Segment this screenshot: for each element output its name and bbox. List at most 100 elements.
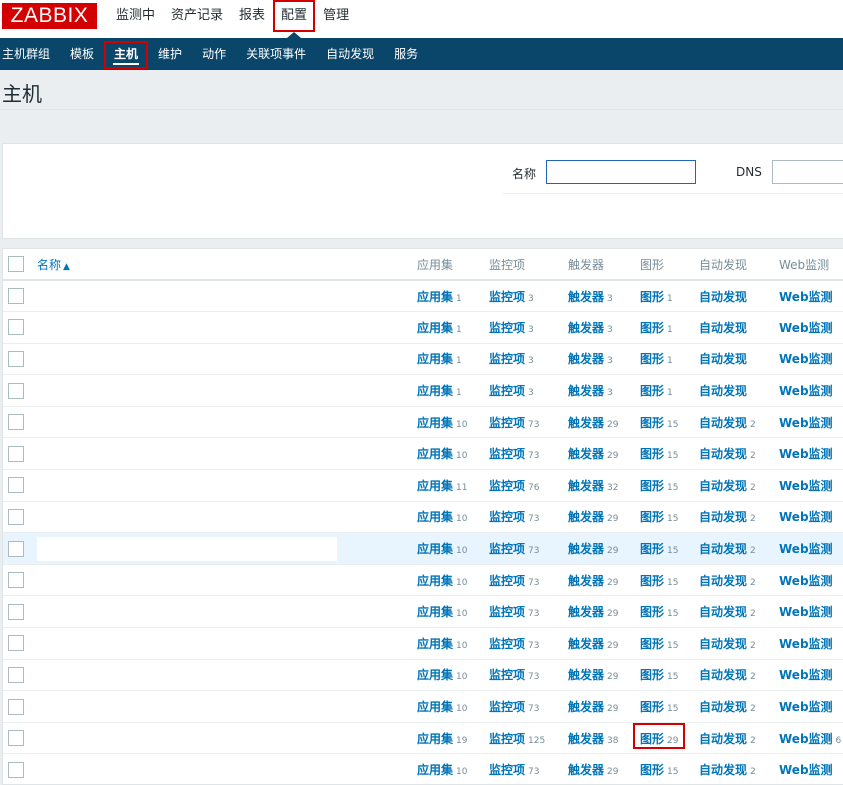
applications-link[interactable]: 应用集 (417, 700, 453, 714)
web-link[interactable]: Web监测 (779, 732, 833, 746)
row-checkbox[interactable] (8, 572, 24, 589)
items-link[interactable]: 监控项 (489, 510, 525, 524)
row-checkbox[interactable] (8, 761, 24, 778)
items-link[interactable]: 监控项 (489, 321, 525, 335)
graphs-link[interactable]: 图形 (640, 574, 664, 588)
triggers-link[interactable]: 触发器 (568, 510, 604, 524)
items-link[interactable]: 监控项 (489, 574, 525, 588)
applications-link[interactable]: 应用集 (417, 384, 453, 398)
items-link[interactable]: 监控项 (489, 605, 525, 619)
web-link[interactable]: Web监测 (779, 542, 833, 556)
items-link[interactable]: 监控项 (489, 763, 525, 777)
sub-menu-item[interactable]: 动作 (192, 38, 236, 70)
graphs-link[interactable]: 图形 (640, 700, 664, 714)
row-checkbox[interactable] (8, 508, 24, 525)
graphs-link[interactable]: 图形 (640, 447, 664, 461)
triggers-link[interactable]: 触发器 (568, 668, 604, 682)
discovery-link[interactable]: 自动发现 (699, 352, 747, 366)
row-checkbox[interactable] (8, 477, 24, 494)
graphs-link[interactable]: 图形 (640, 763, 664, 777)
row-checkbox[interactable] (8, 635, 24, 652)
applications-link[interactable]: 应用集 (417, 668, 453, 682)
sub-menu-item[interactable]: 模板 (60, 38, 104, 70)
web-link[interactable]: Web监测 (779, 447, 833, 461)
graphs-link[interactable]: 图形 (640, 637, 664, 651)
select-all-checkbox[interactable] (8, 256, 24, 272)
row-checkbox[interactable] (8, 414, 24, 431)
items-link[interactable]: 监控项 (489, 637, 525, 651)
filter-dns-input[interactable] (772, 160, 843, 184)
graphs-link[interactable]: 图形 (640, 384, 664, 398)
row-checkbox[interactable] (8, 445, 24, 462)
web-link[interactable]: Web监测 (779, 574, 833, 588)
web-link[interactable]: Web监测 (779, 384, 833, 398)
top-menu-item[interactable]: 监测中 (108, 0, 163, 32)
row-checkbox[interactable] (8, 350, 24, 367)
discovery-link[interactable]: 自动发现 (699, 447, 747, 461)
discovery-link[interactable]: 自动发现 (699, 384, 747, 398)
web-link[interactable]: Web监测 (779, 290, 833, 304)
applications-link[interactable]: 应用集 (417, 352, 453, 366)
web-link[interactable]: Web监测 (779, 637, 833, 651)
row-checkbox[interactable] (8, 319, 24, 336)
triggers-link[interactable]: 触发器 (568, 732, 604, 746)
triggers-link[interactable]: 触发器 (568, 384, 604, 398)
discovery-link[interactable]: 自动发现 (699, 700, 747, 714)
items-link[interactable]: 监控项 (489, 700, 525, 714)
triggers-link[interactable]: 触发器 (568, 574, 604, 588)
triggers-link[interactable]: 触发器 (568, 763, 604, 777)
name-column-header[interactable]: 名称 ▲ (37, 249, 417, 281)
graphs-link[interactable]: 图形 (640, 352, 664, 366)
applications-link[interactable]: 应用集 (417, 321, 453, 335)
sub-menu-item[interactable]: 主机群组 (0, 38, 60, 70)
sub-menu-item[interactable]: 服务 (384, 38, 428, 70)
filter-name-input[interactable] (546, 160, 696, 184)
top-menu-item[interactable]: 报表 (231, 0, 273, 32)
sub-menu-item[interactable]: 自动发现 (316, 38, 384, 70)
sub-menu-item[interactable]: 关联项事件 (236, 38, 316, 70)
zabbix-logo[interactable]: ZABBIX (2, 3, 97, 29)
graphs-link[interactable]: 图形 (640, 479, 664, 493)
graphs-link[interactable]: 图形 (640, 510, 664, 524)
top-menu-item[interactable]: 资产记录 (163, 0, 231, 32)
triggers-link[interactable]: 触发器 (568, 290, 604, 304)
triggers-link[interactable]: 触发器 (568, 416, 604, 430)
web-link[interactable]: Web监测 (779, 763, 833, 777)
row-checkbox[interactable] (8, 540, 24, 557)
graphs-link[interactable]: 图形 (640, 290, 664, 304)
web-link[interactable]: Web监测 (779, 668, 833, 682)
discovery-link[interactable]: 自动发现 (699, 510, 747, 524)
items-link[interactable]: 监控项 (489, 290, 525, 304)
items-link[interactable]: 监控项 (489, 479, 525, 493)
applications-link[interactable]: 应用集 (417, 637, 453, 651)
triggers-link[interactable]: 触发器 (568, 605, 604, 619)
items-link[interactable]: 监控项 (489, 542, 525, 556)
row-checkbox[interactable] (8, 382, 24, 399)
web-link[interactable]: Web监测 (779, 510, 833, 524)
triggers-link[interactable]: 触发器 (568, 542, 604, 556)
items-link[interactable]: 监控项 (489, 447, 525, 461)
graphs-link[interactable]: 图形 (640, 668, 664, 682)
graphs-link[interactable]: 图形 (640, 321, 664, 335)
applications-link[interactable]: 应用集 (417, 510, 453, 524)
sub-menu-item[interactable]: 主机 (104, 38, 149, 70)
triggers-link[interactable]: 触发器 (568, 447, 604, 461)
discovery-link[interactable]: 自动发现 (699, 605, 747, 619)
sub-menu-item[interactable]: 维护 (148, 38, 192, 70)
applications-link[interactable]: 应用集 (417, 479, 453, 493)
row-checkbox[interactable] (8, 603, 24, 620)
discovery-link[interactable]: 自动发现 (699, 732, 747, 746)
row-checkbox[interactable] (8, 666, 24, 683)
discovery-link[interactable]: 自动发现 (699, 763, 747, 777)
applications-link[interactable]: 应用集 (417, 447, 453, 461)
applications-link[interactable]: 应用集 (417, 416, 453, 430)
graphs-link[interactable]: 图形 (640, 605, 664, 619)
row-checkbox[interactable] (8, 730, 24, 747)
web-link[interactable]: Web监测 (779, 700, 833, 714)
web-link[interactable]: Web监测 (779, 321, 833, 335)
discovery-link[interactable]: 自动发现 (699, 321, 747, 335)
items-link[interactable]: 监控项 (489, 384, 525, 398)
items-link[interactable]: 监控项 (489, 352, 525, 366)
top-menu-item[interactable]: 管理 (315, 0, 357, 32)
items-link[interactable]: 监控项 (489, 668, 525, 682)
